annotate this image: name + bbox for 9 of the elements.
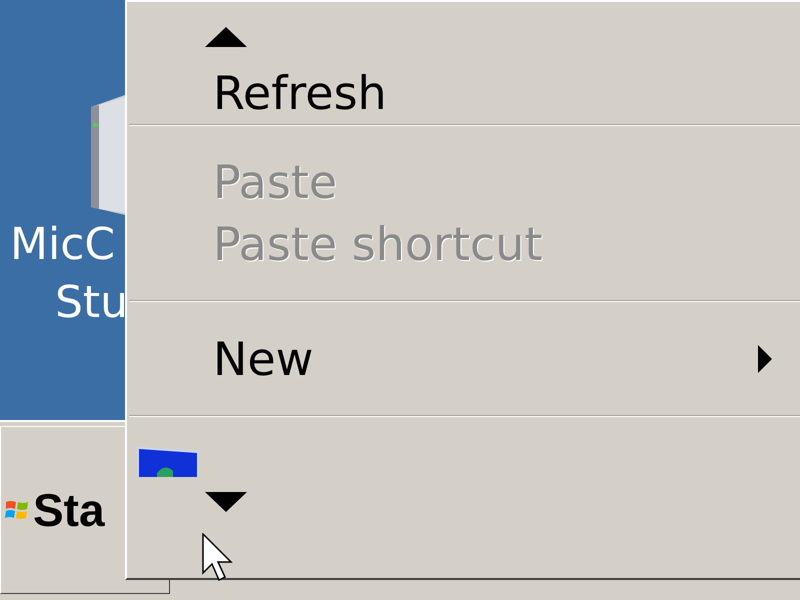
scroll-up-icon[interactable] bbox=[205, 27, 247, 47]
icon-label: Stu bbox=[55, 276, 128, 330]
monitor-icon[interactable] bbox=[137, 445, 199, 477]
submenu-arrow-icon bbox=[758, 344, 772, 372]
menu-item[interactable]: Refresh bbox=[127, 62, 800, 124]
windows-logo-icon bbox=[5, 498, 29, 522]
scroll-down-icon[interactable] bbox=[205, 492, 247, 512]
menu-item[interactable]: New bbox=[127, 302, 800, 415]
icon-label: MicC bbox=[10, 218, 116, 272]
